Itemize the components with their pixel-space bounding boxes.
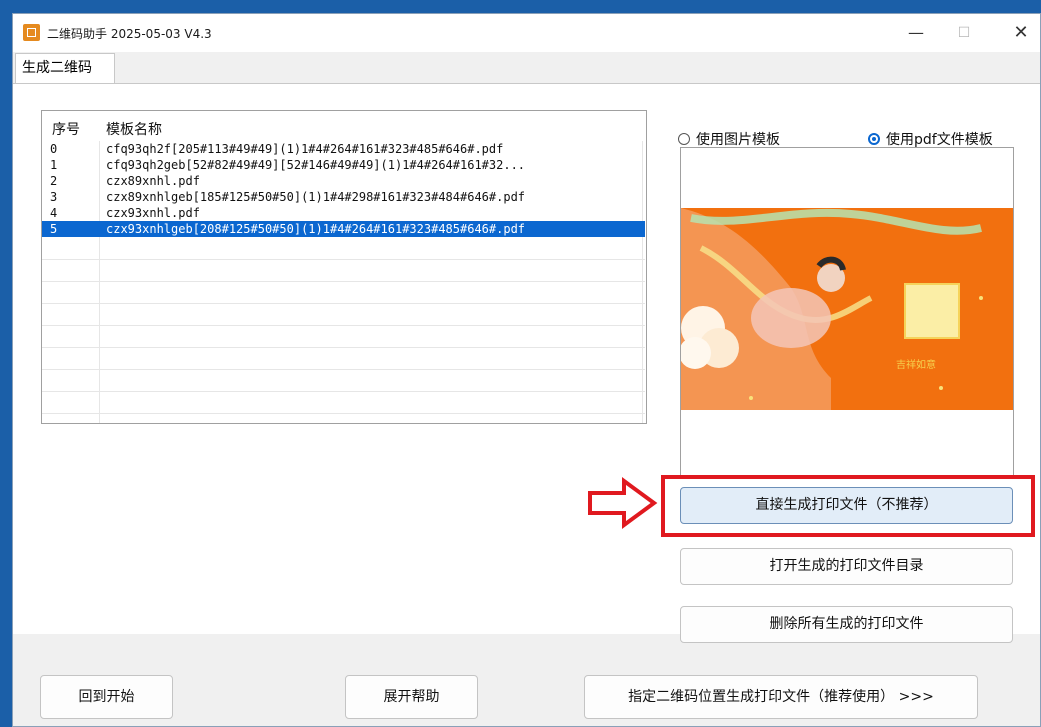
title-bar: 二维码助手 2025-05-03 V4.3 — ☐ ✕ xyxy=(13,14,1040,52)
list-item-selected[interactable]: 5 czx93xnhlgeb[208#125#50#50](1)1#4#264#1… xyxy=(42,221,645,237)
template-list[interactable]: 序号 模板名称 0 cfq93qh2f[205#113#49#49](1)1#4#… xyxy=(41,110,647,424)
column-header-name[interactable]: 模板名称 xyxy=(106,119,162,139)
highlight-box xyxy=(661,475,1035,537)
app-window: 二维码助手 2025-05-03 V4.3 — ☐ ✕ 生成二维码 序号 模板名… xyxy=(12,13,1041,727)
specify-position-generate-button[interactable]: 指定二维码位置生成打印文件（推荐使用） >>> xyxy=(584,675,978,719)
list-item[interactable]: 1 cfq93qh2geb[52#82#49#49][52#146#49#49](… xyxy=(42,157,645,173)
list-item[interactable]: 3 czx89xnhlgeb[185#125#50#50](1)1#4#298#1… xyxy=(42,189,645,205)
app-logo-icon xyxy=(23,24,40,41)
list-item[interactable]: 0 cfq93qh2f[205#113#49#49](1)1#4#264#161#… xyxy=(42,141,645,157)
row-gridline xyxy=(42,281,645,282)
row-gridline xyxy=(42,303,645,304)
expand-help-button[interactable]: 展开帮助 xyxy=(345,675,478,719)
row-gridline xyxy=(42,325,645,326)
delete-output-files-button[interactable]: 删除所有生成的打印文件 xyxy=(680,606,1013,643)
bottom-toolbar: 回到开始 展开帮助 指定二维码位置生成打印文件（推荐使用） >>> xyxy=(13,664,1040,726)
radio-unselected-icon[interactable] xyxy=(678,133,690,145)
tab-generate-qrcode[interactable]: 生成二维码 xyxy=(15,53,115,83)
close-icon[interactable]: ✕ xyxy=(998,14,1040,52)
radio-pdf-template[interactable]: 使用pdf文件模板 xyxy=(868,129,993,149)
template-preview: 吉祥如意 xyxy=(680,147,1014,477)
back-to-start-button[interactable]: 回到开始 xyxy=(40,675,173,719)
list-header: 序号 模板名称 xyxy=(42,111,646,141)
preview-caption: 吉祥如意 xyxy=(896,358,936,371)
window-title: 二维码助手 2025-05-03 V4.3 xyxy=(47,27,212,41)
radio-image-template[interactable]: 使用图片模板 xyxy=(678,129,780,149)
minimize-icon[interactable]: — xyxy=(893,14,939,52)
maximize-icon[interactable]: ☐ xyxy=(941,14,987,52)
preview-image: 吉祥如意 xyxy=(681,208,1013,410)
open-output-dir-button[interactable]: 打开生成的打印文件目录 xyxy=(680,548,1013,585)
row-gridline xyxy=(42,347,645,348)
row-gridline xyxy=(42,413,645,414)
row-gridline xyxy=(42,369,645,370)
row-gridline xyxy=(42,391,645,392)
column-header-index[interactable]: 序号 xyxy=(52,119,80,139)
radio-selected-icon[interactable] xyxy=(868,133,880,145)
list-item[interactable]: 2 czx89xnhl.pdf xyxy=(42,173,645,189)
arrow-right-icon xyxy=(588,477,658,529)
main-panel: 序号 模板名称 0 cfq93qh2f[205#113#49#49](1)1#4#… xyxy=(13,83,1040,643)
list-item[interactable]: 4 czx93xnhl.pdf xyxy=(42,205,645,221)
row-gridline xyxy=(42,259,645,260)
